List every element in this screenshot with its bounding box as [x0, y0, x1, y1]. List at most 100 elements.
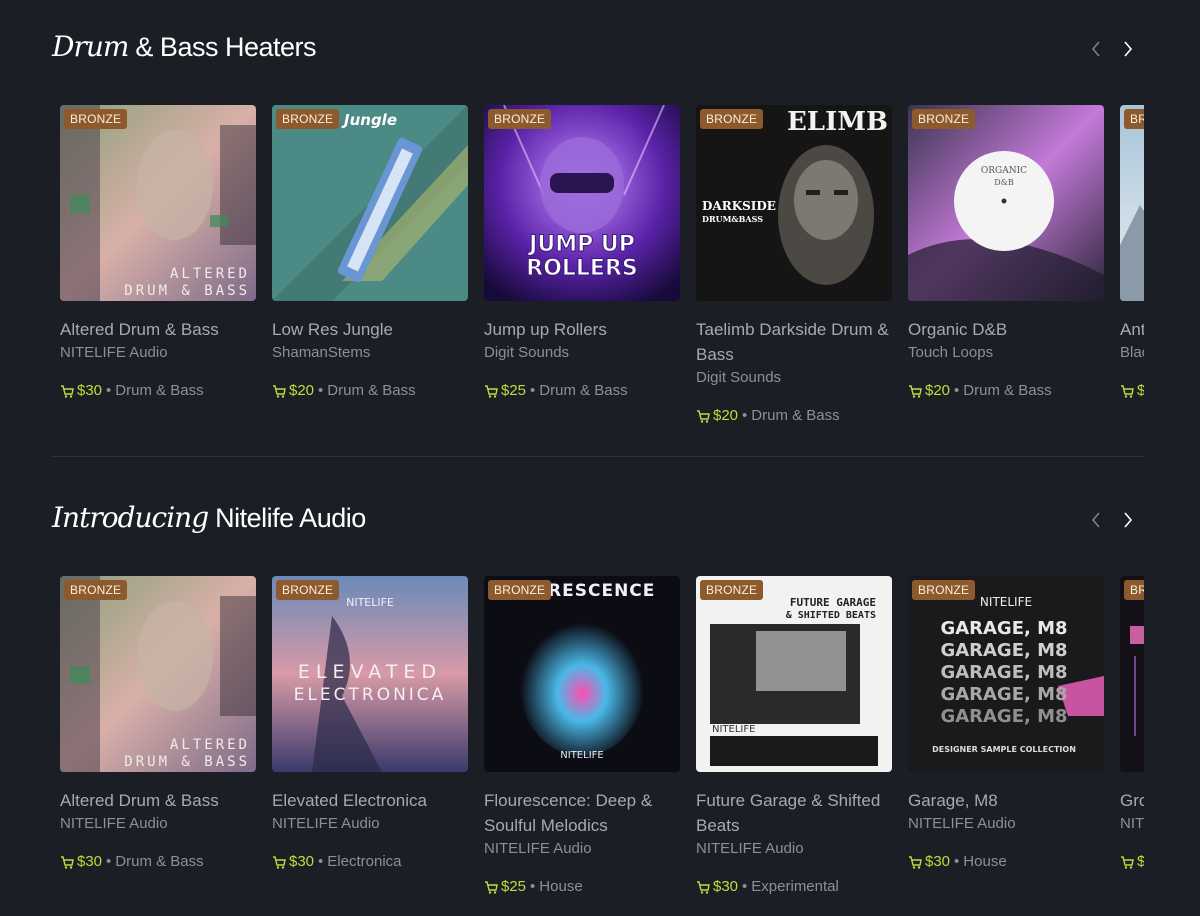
product-genre[interactable]: Drum & Bass: [751, 407, 839, 424]
product-title[interactable]: Jump up Rollers: [484, 317, 680, 342]
svg-text:NITELIFE: NITELIFE: [346, 596, 394, 609]
product-price: $25: [501, 878, 527, 895]
svg-text:DARKSIDE: DARKSIDE: [702, 199, 776, 213]
cart-icon[interactable]: [60, 384, 74, 398]
product-price: $20: [925, 382, 951, 399]
product-cover[interactable]: ORGANIC D&B BRONZE: [908, 105, 1104, 301]
product-card[interactable]: BRONZE Ant Blac $: [1120, 105, 1144, 399]
product-carousel: ALTERED DRUM & BASS BRONZE Altered Drum …: [60, 105, 1144, 445]
svg-text:GARAGE, M8: GARAGE, M8: [940, 684, 1067, 705]
cart-icon[interactable]: [484, 880, 498, 894]
product-artist[interactable]: Touch Loops: [908, 342, 1104, 364]
product-card[interactable]: BRONZE Gro NITI $: [1120, 576, 1144, 870]
product-cover[interactable]: NITELIFE GARAGE, M8 GARAGE, M8 GARAGE, M…: [908, 576, 1104, 772]
product-artist[interactable]: ShamanStems: [272, 342, 468, 364]
carousel-next-button[interactable]: [1117, 509, 1139, 531]
product-cover[interactable]: NITELIFE ELEVATED ELECTRONICA BRONZE: [272, 576, 468, 772]
product-genre[interactable]: Drum & Bass: [539, 382, 627, 399]
cart-icon[interactable]: [272, 855, 286, 869]
product-title[interactable]: Elevated Electronica: [272, 788, 468, 813]
product-genre[interactable]: Drum & Bass: [115, 853, 203, 870]
product-meta: $25 • House: [484, 878, 680, 895]
product-card[interactable]: ALTERED DRUM & BASS BRONZE Altered Drum …: [60, 105, 256, 399]
product-cover[interactable]: FUTURE GARAGE & SHIFTED BEATS NITELIFE B…: [696, 576, 892, 772]
product-artist[interactable]: NITELIFE Audio: [696, 838, 892, 860]
product-title[interactable]: Future Garage & Shifted Beats: [696, 788, 892, 838]
product-title[interactable]: Flourescence: Deep & Soulful Melodics: [484, 788, 680, 838]
product-artist[interactable]: NITELIFE Audio: [60, 342, 256, 364]
product-cover[interactable]: ALTERED DRUM & BASS BRONZE: [60, 105, 256, 301]
tier-badge: BRONZE: [700, 109, 764, 129]
cart-icon[interactable]: [696, 880, 710, 894]
product-cover[interactable]: ALTERED DRUM & BASS BRONZE: [60, 576, 256, 772]
product-genre[interactable]: Drum & Bass: [115, 382, 203, 399]
heading-rest: Nitelife Audio: [208, 503, 366, 533]
product-card[interactable]: FUTURE GARAGE & SHIFTED BEATS NITELIFE B…: [696, 576, 892, 895]
svg-text:FUTURE GARAGE: FUTURE GARAGE: [790, 596, 876, 609]
product-card[interactable]: ALTERED DRUM & BASS BRONZE Altered Drum …: [60, 576, 256, 870]
svg-text:& SHIFTED BEATS: & SHIFTED BEATS: [786, 610, 876, 621]
separator-dot: •: [742, 878, 748, 895]
product-artist[interactable]: Digit Sounds: [696, 367, 892, 389]
cart-icon[interactable]: [484, 384, 498, 398]
product-title[interactable]: Ant: [1120, 317, 1144, 342]
product-title[interactable]: Altered Drum & Bass: [60, 788, 256, 813]
product-title[interactable]: Taelimb Darkside Drum & Bass: [696, 317, 892, 367]
product-cover[interactable]: BRONZE: [1120, 576, 1144, 772]
product-genre[interactable]: Electronica: [327, 853, 401, 870]
product-price: $30: [77, 382, 103, 399]
separator-dot: •: [742, 407, 748, 424]
product-artist[interactable]: Blac: [1120, 342, 1144, 364]
section-heading: Drum & Bass Heaters: [52, 30, 316, 63]
product-artist[interactable]: NITELIFE Audio: [908, 813, 1104, 835]
product-cover[interactable]: JUMP UP ROLLERS BRONZE: [484, 105, 680, 301]
product-artist[interactable]: NITELIFE Audio: [60, 813, 256, 835]
product-title[interactable]: Low Res Jungle: [272, 317, 468, 342]
product-artist[interactable]: NITELIFE Audio: [272, 813, 468, 835]
product-meta: $30 • House: [908, 853, 1104, 870]
product-cover[interactable]: ELIMB DARKSIDE DRUM&BASS BRONZE: [696, 105, 892, 301]
product-artist[interactable]: Digit Sounds: [484, 342, 680, 364]
svg-text:NITELIFE: NITELIFE: [560, 750, 603, 761]
cart-icon[interactable]: [696, 409, 710, 423]
heading-rest: & Bass Heaters: [128, 32, 316, 62]
product-card[interactable]: NITELIFE GARAGE, M8 GARAGE, M8 GARAGE, M…: [908, 576, 1104, 870]
product-genre[interactable]: Experimental: [751, 878, 839, 895]
cart-icon[interactable]: [1120, 855, 1134, 869]
carousel-prev-button[interactable]: [1085, 38, 1107, 60]
product-genre[interactable]: House: [539, 878, 582, 895]
product-card[interactable]: ELIMB DARKSIDE DRUM&BASS BRONZE Taelimb …: [696, 105, 892, 424]
product-card[interactable]: ORESCENCE NITELIFE BRONZE Flourescence: …: [484, 576, 680, 895]
cart-icon[interactable]: [272, 384, 286, 398]
product-artist[interactable]: NITI: [1120, 813, 1144, 835]
cart-icon[interactable]: [908, 855, 922, 869]
tier-badge: BRONZE: [1124, 109, 1144, 129]
product-cover[interactable]: ORESCENCE NITELIFE BRONZE: [484, 576, 680, 772]
svg-text:ROLLERS: ROLLERS: [526, 256, 638, 281]
product-cover[interactable]: Jungle BRONZE: [272, 105, 468, 301]
svg-text:D&B: D&B: [994, 178, 1014, 187]
product-genre[interactable]: Drum & Bass: [963, 382, 1051, 399]
product-card[interactable]: JUMP UP ROLLERS BRONZE Jump up Rollers D…: [484, 105, 680, 399]
separator-dot: •: [318, 853, 324, 870]
product-card[interactable]: Jungle BRONZE Low Res Jungle ShamanStems…: [272, 105, 468, 399]
carousel-next-button[interactable]: [1117, 38, 1139, 60]
chevron-right-icon: [1124, 41, 1133, 57]
product-title[interactable]: Garage, M8: [908, 788, 1104, 813]
product-card[interactable]: NITELIFE ELEVATED ELECTRONICA BRONZE Ele…: [272, 576, 468, 870]
product-card[interactable]: ORGANIC D&B BRONZE Organic D&B Touch Loo…: [908, 105, 1104, 399]
tier-badge: BRONZE: [488, 580, 552, 600]
product-title[interactable]: Organic D&B: [908, 317, 1104, 342]
product-genre[interactable]: Drum & Bass: [327, 382, 415, 399]
product-title[interactable]: Altered Drum & Bass: [60, 317, 256, 342]
product-genre[interactable]: House: [963, 853, 1006, 870]
product-cover[interactable]: BRONZE: [1120, 105, 1144, 301]
carousel-prev-button[interactable]: [1085, 509, 1107, 531]
svg-text:DESIGNER SAMPLE COLLECTION: DESIGNER SAMPLE COLLECTION: [932, 745, 1076, 754]
separator-dot: •: [530, 878, 536, 895]
cart-icon[interactable]: [1120, 384, 1134, 398]
cart-icon[interactable]: [60, 855, 74, 869]
product-title[interactable]: Gro: [1120, 788, 1144, 813]
cart-icon[interactable]: [908, 384, 922, 398]
product-artist[interactable]: NITELIFE Audio: [484, 838, 680, 860]
